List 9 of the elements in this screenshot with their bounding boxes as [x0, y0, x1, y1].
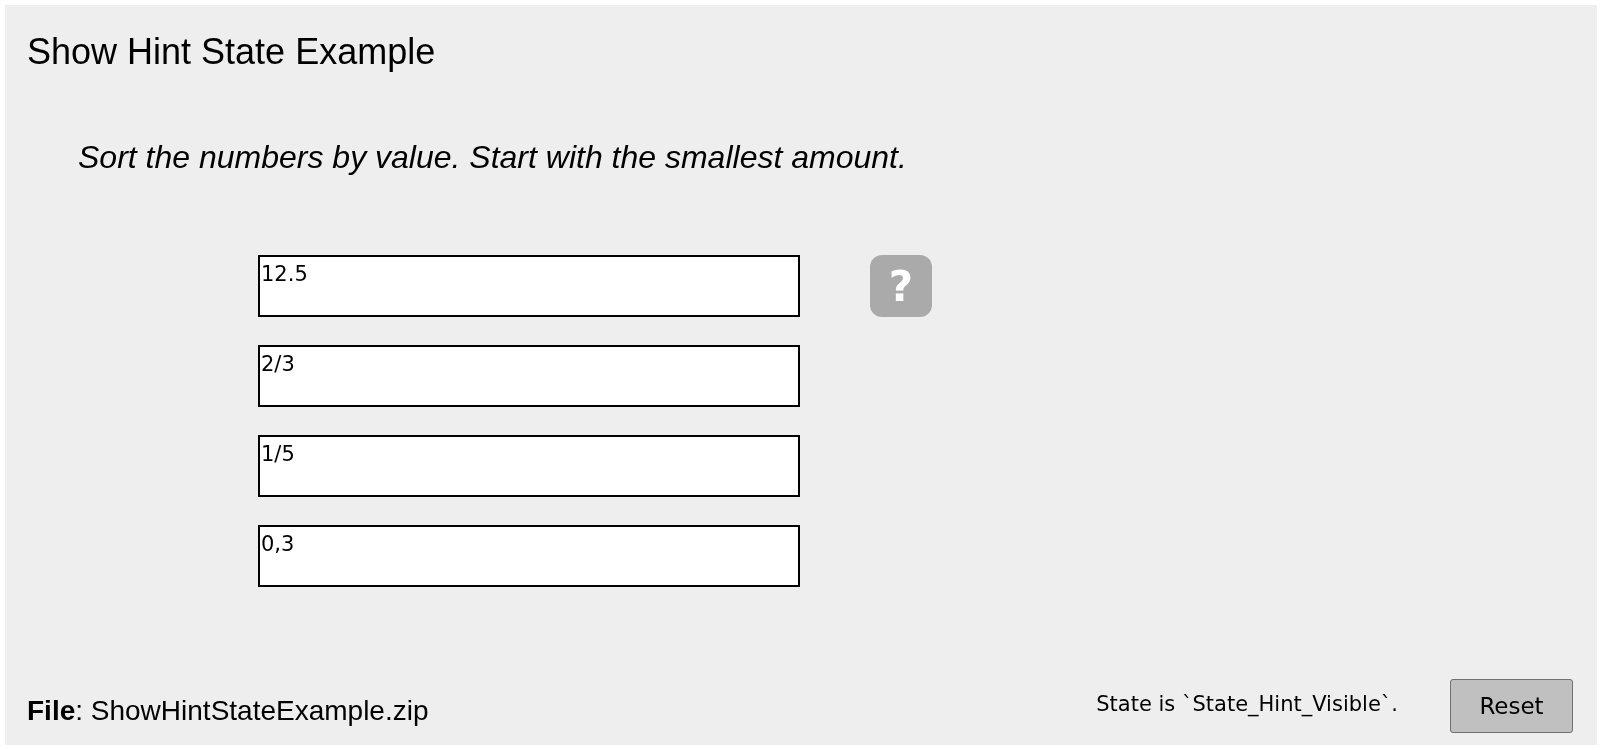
reset-button[interactable]: Reset: [1450, 679, 1573, 733]
instruction-text: Sort the numbers by value. Start with the smallest amount.: [78, 139, 907, 176]
answer-field[interactable]: 1/5: [258, 435, 800, 497]
page-title: Show Hint State Example: [27, 31, 436, 73]
answer-field[interactable]: 12.5: [258, 255, 800, 317]
file-info: File: ShowHintStateExample.zip: [27, 695, 429, 727]
state-text: State is `State_Hint_Visible`.: [1096, 692, 1398, 716]
answer-field[interactable]: 2/3: [258, 345, 800, 407]
answer-field[interactable]: 0,3: [258, 525, 800, 587]
